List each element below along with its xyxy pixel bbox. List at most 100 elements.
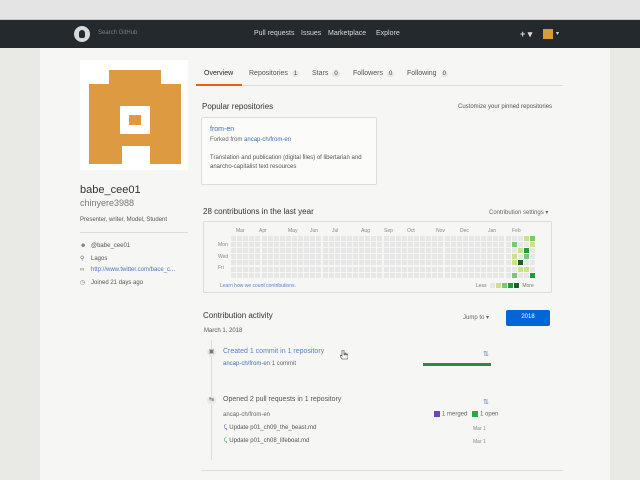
contribution-day-cell[interactable] [395, 236, 401, 241]
contribution-day-cell[interactable] [285, 236, 291, 241]
contribution-day-cell[interactable] [359, 272, 365, 278]
contribution-day-cell[interactable] [468, 236, 474, 241]
contribution-day-cell[interactable] [456, 254, 462, 260]
contribution-day-cell[interactable] [395, 272, 401, 278]
contribution-day-cell[interactable] [365, 248, 371, 254]
contribution-day-cell[interactable] [511, 236, 517, 241]
contribution-day-cell[interactable] [517, 248, 523, 254]
contribution-day-cell[interactable] [395, 242, 401, 248]
contribution-day-cell[interactable] [322, 248, 328, 254]
contribution-day-cell[interactable] [499, 242, 505, 248]
contribution-day-cell[interactable] [432, 260, 438, 266]
contribution-day-cell[interactable] [310, 236, 316, 241]
contribution-day-cell[interactable] [328, 260, 334, 266]
pr-item[interactable]: ⤹ Update p01_ch09_the_beast.md [224, 425, 316, 432]
contribution-day-cell[interactable] [316, 248, 322, 254]
contribution-day-cell[interactable] [243, 254, 249, 260]
contribution-day-cell[interactable] [279, 272, 285, 278]
contribution-day-cell[interactable] [523, 242, 529, 248]
contribution-day-cell[interactable] [420, 236, 426, 241]
pr-activity-repo[interactable]: ancap-ch/from-en [223, 412, 270, 418]
contribution-day-cell[interactable] [243, 248, 249, 254]
contribution-day-cell[interactable] [334, 266, 340, 272]
contribution-day-cell[interactable] [414, 236, 419, 241]
contribution-day-cell[interactable] [456, 248, 462, 254]
contribution-day-cell[interactable] [444, 260, 450, 266]
contribution-day-cell[interactable] [298, 254, 304, 260]
contribution-day-cell[interactable] [475, 260, 480, 266]
contribution-day-cell[interactable] [255, 266, 261, 272]
contribution-day-cell[interactable] [346, 248, 352, 254]
contribution-day-cell[interactable] [346, 254, 352, 260]
contribution-day-cell[interactable] [456, 236, 462, 241]
contribution-day-cell[interactable] [377, 254, 383, 260]
contribution-day-cell[interactable] [420, 242, 426, 248]
contribution-day-cell[interactable] [462, 272, 468, 278]
contribution-day-cell[interactable] [481, 272, 487, 278]
contribution-day-cell[interactable] [292, 254, 297, 260]
contribution-day-cell[interactable] [499, 266, 505, 272]
avatar-caret-icon[interactable]: ▾ [556, 30, 559, 37]
contribution-day-cell[interactable] [243, 272, 249, 278]
contribution-day-cell[interactable] [401, 266, 407, 272]
contribution-day-cell[interactable] [285, 266, 291, 272]
contribution-day-cell[interactable] [523, 266, 529, 272]
contribution-day-cell[interactable] [468, 242, 474, 248]
contribution-day-cell[interactable] [432, 236, 438, 241]
nav-pull-requests[interactable]: Pull requests [254, 30, 294, 37]
contribution-day-cell[interactable] [359, 254, 365, 260]
contribution-day-cell[interactable] [389, 254, 395, 260]
contribution-day-cell[interactable] [444, 266, 450, 272]
contribution-day-cell[interactable] [468, 248, 474, 254]
contribution-day-cell[interactable] [334, 260, 340, 266]
contribution-day-cell[interactable] [389, 272, 395, 278]
contribution-day-cell[interactable] [426, 260, 432, 266]
contribution-day-cell[interactable] [517, 260, 523, 266]
contribution-day-cell[interactable] [450, 248, 456, 254]
contribution-day-cell[interactable] [432, 242, 438, 248]
contribution-day-cell[interactable] [371, 242, 377, 248]
contribution-day-cell[interactable] [481, 254, 487, 260]
contribution-day-cell[interactable] [231, 236, 236, 241]
contribution-day-cell[interactable] [292, 260, 297, 266]
contribution-day-cell[interactable] [292, 272, 297, 278]
contribution-day-cell[interactable] [438, 236, 444, 241]
pr-item[interactable]: ⤹ Update p01_ch08_lifeboat.md [224, 438, 309, 445]
contribution-day-cell[interactable] [414, 248, 419, 254]
contribution-day-cell[interactable] [273, 236, 279, 241]
contribution-day-cell[interactable] [450, 266, 456, 272]
contribution-day-cell[interactable] [511, 272, 517, 278]
contribution-day-cell[interactable] [231, 248, 236, 254]
contribution-day-cell[interactable] [383, 236, 389, 241]
contribution-day-cell[interactable] [304, 254, 310, 260]
contribution-day-cell[interactable] [249, 260, 255, 266]
contribution-day-cell[interactable] [529, 272, 535, 278]
contribution-day-cell[interactable] [475, 236, 480, 241]
contribution-day-cell[interactable] [468, 266, 474, 272]
contribution-day-cell[interactable] [426, 266, 432, 272]
contribution-day-cell[interactable] [322, 260, 328, 266]
tab-repositories[interactable]: Repositories 1 [249, 70, 300, 77]
contribution-day-cell[interactable] [231, 260, 236, 266]
contribution-day-cell[interactable] [450, 260, 456, 266]
contribution-day-cell[interactable] [487, 254, 493, 260]
contribution-day-cell[interactable] [340, 272, 346, 278]
contribution-day-cell[interactable] [316, 254, 322, 260]
contribution-day-cell[interactable] [285, 254, 291, 260]
contribution-day-cell[interactable] [346, 266, 352, 272]
tab-followers[interactable]: Followers 0 [353, 70, 395, 77]
contribution-day-cell[interactable] [334, 236, 340, 241]
contribution-day-cell[interactable] [444, 242, 450, 248]
contribution-day-cell[interactable] [395, 266, 401, 272]
contribution-day-cell[interactable] [353, 248, 358, 254]
contribution-day-cell[interactable] [359, 242, 365, 248]
contribution-day-cell[interactable] [414, 266, 419, 272]
contribution-day-cell[interactable] [450, 254, 456, 260]
github-logo-icon[interactable] [74, 26, 90, 42]
contribution-settings-dropdown[interactable]: Contribution settings ▾ [489, 209, 548, 216]
contribution-day-cell[interactable] [523, 248, 529, 254]
contribution-day-cell[interactable] [243, 260, 249, 266]
contribution-day-cell[interactable] [231, 272, 236, 278]
contribution-day-cell[interactable] [334, 248, 340, 254]
contribution-day-cell[interactable] [340, 260, 346, 266]
